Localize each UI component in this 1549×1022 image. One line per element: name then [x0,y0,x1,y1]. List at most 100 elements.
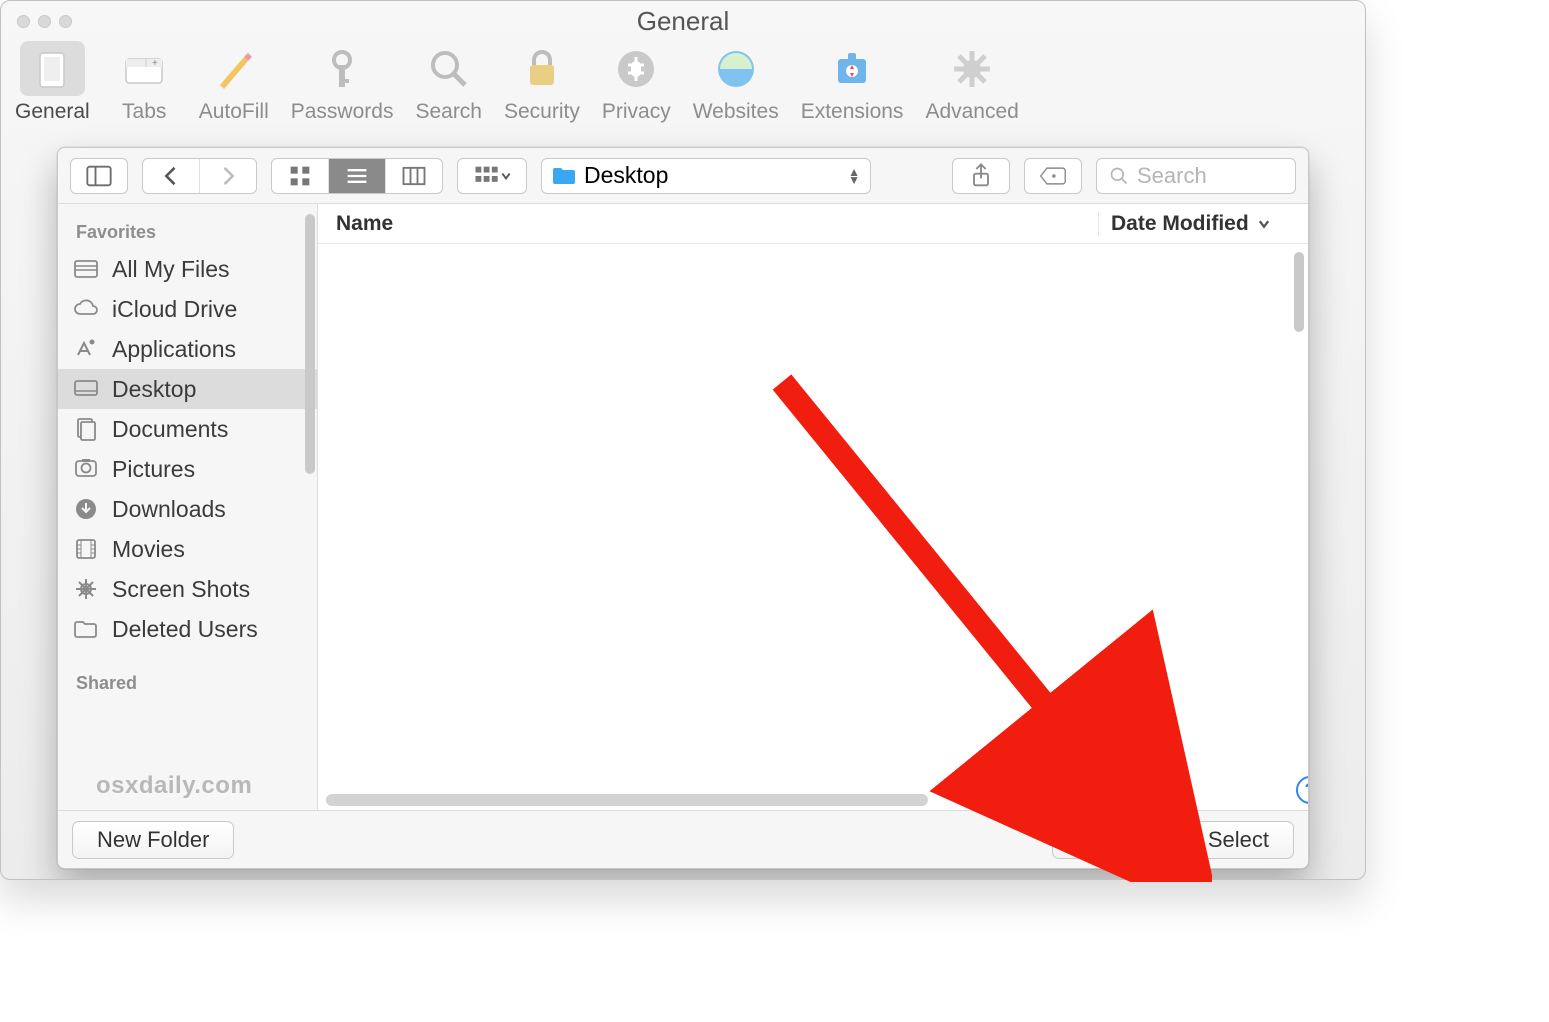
toolbar-tab-privacy[interactable]: Privacy [602,41,671,124]
group-items-button[interactable] [457,158,527,194]
tags-button[interactable] [1024,158,1082,194]
sidebar-item-applications[interactable]: Applications [58,329,317,369]
sidebar-item-label: Pictures [112,456,195,483]
icon-view-icon [286,162,314,190]
file-list-vscrollbar[interactable] [1294,252,1304,332]
sidebar-item-label: Desktop [112,376,196,403]
file-list-area: Name Date Modified [318,204,1308,810]
tag-back-icon [1039,162,1067,190]
downloads-icon [72,495,100,523]
sidebar-item-label: All My Files [112,256,230,283]
select-button[interactable]: Select [1183,821,1294,859]
toolbar-tab-label: Websites [693,100,779,124]
toolbar-tab-security[interactable]: Security [504,41,580,124]
toolbar-tab-label: Passwords [291,100,394,124]
toolbar-tab-general[interactable]: General [15,41,90,124]
documents-icon [72,415,100,443]
folder-icon [552,166,576,186]
location-dropdown[interactable]: Desktop ▲▼ [541,158,871,194]
back-button[interactable] [143,159,200,193]
file-list-hscrollbar[interactable] [326,794,928,806]
chevron-left-icon [157,162,185,190]
toolbar-tab-label: Privacy [602,100,671,124]
icloud-icon [72,295,100,323]
watermark-text: osxdaily.com [96,772,252,800]
privacy-icon [614,47,658,91]
chevron-right-icon [214,162,242,190]
column-name[interactable]: Name [318,212,1098,236]
desktop-icon [72,375,100,403]
view-list-button[interactable] [329,159,386,193]
toolbar-tab-websites[interactable]: Websites [693,41,779,124]
toolbar-tab-tabs[interactable]: +Tabs [112,41,177,124]
tabs-icon: + [122,47,166,91]
sidebar-item-deleted-users[interactable]: Deleted Users [58,609,317,649]
toolbar-tab-autofill[interactable]: AutoFill [199,41,269,124]
toolbar-tab-label: Security [504,100,580,124]
advanced-icon [950,47,994,91]
sidebar-item-label: iCloud Drive [112,296,237,323]
autofill-icon [212,47,256,91]
websites-icon [714,47,758,91]
search-placeholder: Search [1137,163,1207,189]
security-icon [520,47,564,91]
open-panel-toolbar: Desktop ▲▼ Search [58,148,1308,204]
svg-text:+: + [152,58,158,69]
sidebar: Favorites All My FilesiCloud DriveApplic… [58,204,318,810]
toolbar-tab-advanced[interactable]: Advanced [925,41,1018,124]
extensions-icon [830,47,874,91]
all-my-files-icon [72,255,100,283]
sidebar-item-label: Documents [112,416,228,443]
open-panel-sheet: Desktop ▲▼ Search Favorites All My Files… [57,147,1309,869]
toolbar-tab-search[interactable]: Search [415,41,482,124]
sidebar-item-downloads[interactable]: Downloads [58,489,317,529]
new-folder-button[interactable]: New Folder [72,821,234,859]
preferences-toolbar: General +Tabs AutoFill Passwords Search Secur… [1,41,1365,130]
general-icon [30,47,74,91]
column-date-modified[interactable]: Date Modified [1098,212,1308,236]
sidebar-item-pictures[interactable]: Pictures [58,449,317,489]
forward-button[interactable] [200,159,256,193]
sidebar-item-icloud-drive[interactable]: iCloud Drive [58,289,317,329]
file-list-content[interactable] [318,244,1308,810]
location-label: Desktop [584,162,668,189]
toolbar-tab-label: General [15,100,90,124]
search-icon [427,47,471,91]
sidebar-scrollbar[interactable] [305,214,315,474]
toolbar-tab-label: AutoFill [199,100,269,124]
titlebar: General [1,1,1365,41]
share-button[interactable] [952,158,1010,194]
cancel-button[interactable]: Cancel [1052,821,1170,859]
applications-icon [72,335,100,363]
view-columns-button[interactable] [386,159,442,193]
share-icon [967,162,995,190]
toolbar-tab-passwords[interactable]: Passwords [291,41,394,124]
sidebar-toggle-icon [85,162,113,190]
sidebar-item-label: Applications [112,336,236,363]
sidebar-item-label: Downloads [112,496,226,523]
sidebar-item-desktop[interactable]: Desktop [58,369,317,409]
toolbar-tab-extensions[interactable]: Extensions [801,41,904,124]
search-input[interactable]: Search [1096,158,1296,194]
pictures-icon [72,455,100,483]
sidebar-item-screen-shots[interactable]: Screen Shots [58,569,317,609]
window-title: General [1,6,1365,37]
sidebar-item-documents[interactable]: Documents [58,409,317,449]
gear-folder-icon [72,575,100,603]
view-icons-button[interactable] [272,159,329,193]
sidebar-item-movies[interactable]: Movies [58,529,317,569]
sidebar-item-all-my-files[interactable]: All My Files [58,249,317,289]
search-icon [1109,166,1129,186]
preferences-window: General General +Tabs AutoFill Passwords Sea… [0,0,1366,880]
chevron-down-icon [500,170,512,182]
movies-icon [72,535,100,563]
column-view-icon [400,162,428,190]
toolbar-tab-label: Extensions [801,100,904,124]
toggle-sidebar-button[interactable] [70,158,128,194]
history-nav [142,158,257,194]
sidebar-item-label: Movies [112,536,185,563]
sidebar-item-label: Deleted Users [112,616,258,643]
toolbar-tab-label: Search [415,100,482,124]
open-panel-footer: New Folder Cancel Select [58,810,1308,868]
passwords-icon [320,47,364,91]
